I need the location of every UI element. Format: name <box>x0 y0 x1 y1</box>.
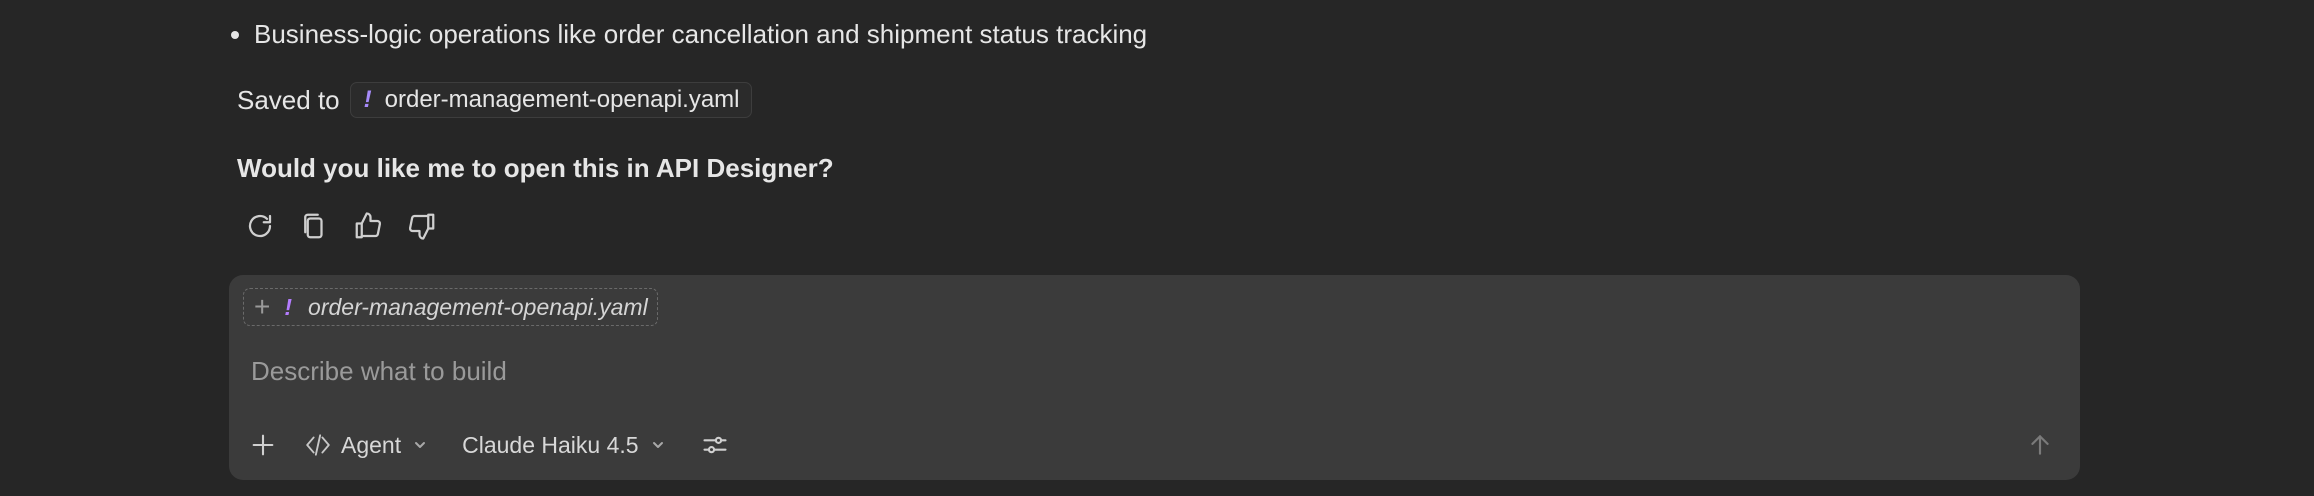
list-item: Business-logic operations like order can… <box>231 14 1148 54</box>
send-button[interactable] <box>2022 427 2058 463</box>
agent-icon <box>305 432 341 458</box>
bullet-text: Business-logic operations like order can… <box>254 19 1148 49</box>
chevron-down-icon <box>651 438 665 452</box>
add-attachment-button[interactable] <box>243 425 283 465</box>
sliders-icon <box>703 436 727 454</box>
bullet-dot <box>231 31 239 39</box>
copy-button[interactable] <box>296 208 332 244</box>
model-label: Claude Haiku 4.5 <box>462 431 639 458</box>
model-selector[interactable]: Claude Haiku 4.5 <box>462 425 664 465</box>
chat-composer: + ! order-management-openapi.yaml Descri… <box>229 275 2080 480</box>
thumbs-up-button[interactable] <box>350 208 386 244</box>
file-reference-chip[interactable]: ! order-management-openapi.yaml <box>349 82 752 118</box>
settings-button[interactable] <box>695 425 735 465</box>
context-file-name: order-management-openapi.yaml <box>308 293 648 320</box>
prompt-input[interactable] <box>251 351 2051 391</box>
message-actions <box>242 208 440 244</box>
saved-prefix: Saved to <box>237 84 340 115</box>
thumbs-down-button[interactable] <box>404 208 440 244</box>
assistant-question: Would you like me to open this in API De… <box>237 153 834 183</box>
retry-button[interactable] <box>242 208 278 244</box>
yaml-file-icon: ! <box>284 293 293 320</box>
context-file-chip[interactable]: + ! order-management-openapi.yaml <box>243 288 658 326</box>
add-context-icon[interactable]: + <box>254 293 270 321</box>
plus-icon <box>252 434 274 456</box>
yaml-file-icon: ! <box>363 86 372 113</box>
mode-selector[interactable]: Agent <box>305 425 427 465</box>
mode-label: Agent <box>341 431 402 458</box>
bullet-list: Business-logic operations like order can… <box>231 14 1148 54</box>
chevron-down-icon <box>413 438 427 452</box>
thumbs-up-icon <box>355 212 382 239</box>
saved-to-line: Saved to ! order-management-openapi.yaml <box>237 82 752 118</box>
retry-icon <box>248 214 272 238</box>
chat-panel: Business-logic operations like order can… <box>0 0 2314 496</box>
file-reference-name: order-management-openapi.yaml <box>384 86 740 113</box>
thumbs-down-icon <box>408 213 435 240</box>
copy-icon <box>304 213 323 239</box>
arrow-up-icon <box>2031 435 2049 455</box>
composer-toolbar: Agent Claude Haiku 4.5 <box>243 425 735 465</box>
